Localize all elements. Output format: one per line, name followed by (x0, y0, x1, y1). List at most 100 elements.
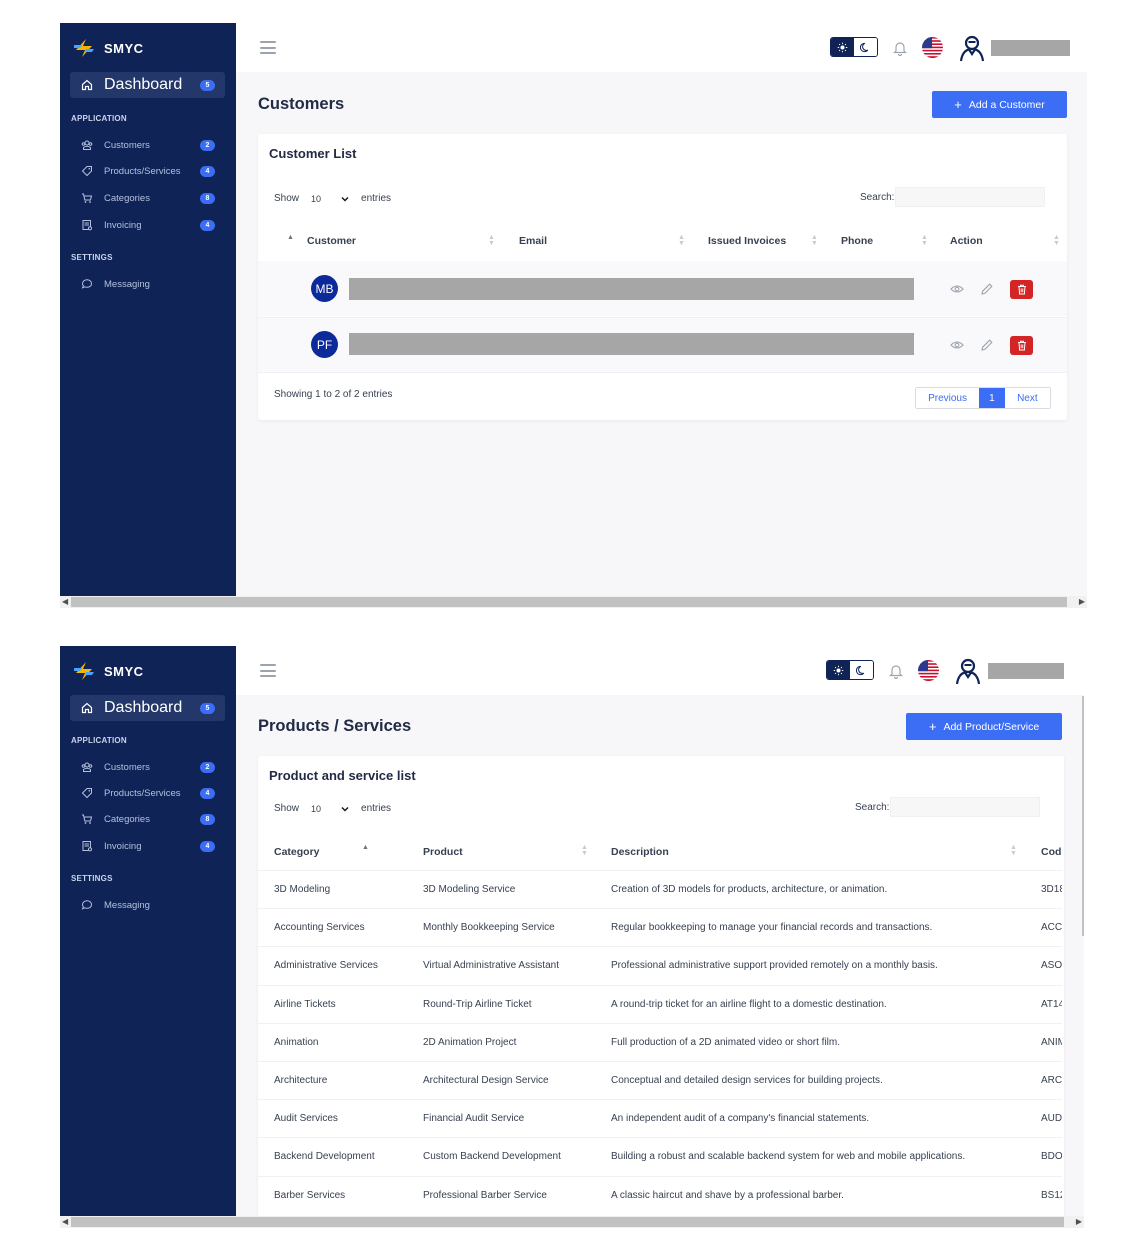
scrollbar-thumb[interactable] (71, 597, 1067, 607)
eye-icon[interactable] (950, 338, 964, 352)
users-icon (80, 138, 94, 152)
search-input[interactable] (895, 187, 1046, 207)
table-row[interactable]: Architecture Architectural Design Service… (258, 1061, 1062, 1099)
pencil-icon[interactable] (980, 338, 994, 352)
card-title: Customer List (269, 146, 357, 161)
column-header-phone[interactable]: Phone (841, 235, 873, 247)
column-header-action[interactable]: Action (950, 235, 983, 247)
customers-screen: SMYC Dashboard 5 APPLICATION Customers 2… (60, 23, 1087, 608)
cell-product: Custom Backend Development (423, 1151, 561, 1163)
moon-icon[interactable] (850, 661, 873, 679)
sort-icon[interactable]: ▲ ▼ (581, 844, 588, 857)
sidebar-item-customers[interactable]: Customers 2 (70, 134, 225, 156)
table-row: MB (258, 261, 1067, 316)
sidebar-item-dashboard[interactable]: Dashboard 5 (70, 695, 225, 721)
users-icon (80, 760, 94, 774)
delete-button[interactable] (1010, 280, 1033, 299)
theme-toggle[interactable] (830, 37, 878, 57)
sidebar-item-invoicing[interactable]: Invoicing 4 (70, 214, 225, 236)
theme-toggle[interactable] (826, 660, 874, 680)
sort-icon[interactable]: ▲ ▼ (811, 234, 818, 247)
column-header-category[interactable]: Category (274, 846, 320, 858)
sidebar-item-categories[interactable]: Categories 8 (70, 808, 225, 830)
sidebar-item-messaging[interactable]: Messaging (70, 894, 225, 916)
top-bar (236, 646, 1084, 695)
user-name-redacted[interactable] (988, 663, 1064, 679)
previous-button[interactable]: Previous (916, 388, 979, 408)
horizontal-scrollbar[interactable]: ◀ ▶ (60, 1216, 1084, 1228)
page-1-button[interactable]: 1 (979, 388, 1005, 408)
moon-icon[interactable] (854, 38, 877, 56)
tag-icon (80, 164, 94, 178)
brand-logo[interactable]: SMYC (72, 36, 144, 60)
home-icon (80, 78, 94, 92)
user-avatar-icon[interactable] (958, 34, 986, 62)
sidebar-item-products-services[interactable]: Products/Services 4 (70, 160, 225, 182)
sidebar-item-dashboard[interactable]: Dashboard 5 (70, 72, 225, 98)
search-input[interactable] (890, 797, 1041, 817)
scrollbar-thumb[interactable] (71, 1217, 1064, 1227)
next-button[interactable]: Next (1005, 388, 1050, 408)
sidebar-item-customers[interactable]: Customers 2 (70, 756, 225, 778)
bell-icon[interactable] (893, 40, 907, 56)
cell-description: An independent audit of a company's fina… (611, 1113, 870, 1125)
sort-icon[interactable]: ▲ ▼ (488, 234, 495, 247)
sidebar-item-categories[interactable]: Categories 8 (70, 187, 225, 209)
sun-icon[interactable] (827, 661, 850, 679)
scroll-right-icon[interactable]: ▶ (1079, 596, 1085, 608)
column-header-customer[interactable]: Customer (307, 235, 356, 247)
brand-logo[interactable]: SMYC (72, 659, 144, 683)
column-header-description[interactable]: Description (611, 846, 669, 858)
menu-icon[interactable] (260, 664, 276, 677)
pencil-icon[interactable] (980, 282, 994, 296)
column-header-issued-invoices[interactable]: Issued Invoices (708, 235, 786, 247)
search-control: Search: (855, 797, 1041, 817)
entries-select[interactable]: 10 (305, 800, 356, 817)
column-header-product[interactable]: Product (423, 846, 463, 858)
search-label: Search: (855, 801, 890, 813)
add-product-service-button[interactable]: + Add Product/Service (906, 713, 1062, 740)
eye-icon[interactable] (950, 282, 964, 296)
add-customer-button[interactable]: + Add a Customer (932, 91, 1067, 118)
vertical-scrollbar-thumb[interactable] (1082, 696, 1084, 936)
plus-icon: + (954, 96, 962, 112)
scroll-left-icon[interactable]: ◀ (62, 596, 68, 608)
table-row[interactable]: 3D Modeling 3D Modeling Service Creation o… (258, 870, 1062, 908)
count-badge: 2 (200, 139, 215, 151)
column-header-email[interactable]: Email (519, 235, 547, 247)
top-bar (236, 23, 1087, 72)
entries-select[interactable]: 10 (305, 190, 356, 207)
sort-icon[interactable]: ▲ (362, 844, 369, 851)
table-row[interactable]: Audit Services Financial Audit Service An … (258, 1099, 1062, 1137)
brand-name: SMYC (104, 40, 144, 56)
sort-icon[interactable]: ▲ ▼ (1010, 844, 1017, 857)
us-flag-icon[interactable] (918, 660, 939, 681)
table-row[interactable]: Airline Tickets Round-Trip Airline Ticket… (258, 985, 1062, 1023)
table-row[interactable]: Administrative Services Virtual Administr… (258, 946, 1062, 984)
sort-icon[interactable]: ▲ (287, 234, 294, 241)
cell-product: 3D Modeling Service (423, 884, 516, 895)
sidebar-item-products-services[interactable]: Products/Services 4 (70, 782, 225, 804)
user-avatar-icon[interactable] (954, 657, 982, 685)
bell-icon[interactable] (889, 663, 903, 679)
table-row[interactable]: Barber Services Professional Barber Servi… (258, 1176, 1062, 1214)
delete-button[interactable] (1010, 336, 1033, 355)
sun-icon[interactable] (831, 38, 854, 56)
table-row[interactable]: Animation 2D Animation Project Full produc… (258, 1023, 1062, 1061)
column-header-code[interactable]: Cod (1041, 846, 1061, 858)
redacted-customer-data (349, 278, 914, 300)
horizontal-scrollbar[interactable]: ◀ ▶ (60, 596, 1087, 608)
table-row[interactable]: Backend Development Custom Backend Develo… (258, 1137, 1062, 1175)
user-name-redacted[interactable] (991, 40, 1070, 56)
sort-icon[interactable]: ▲ ▼ (1053, 234, 1060, 247)
scroll-left-icon[interactable]: ◀ (62, 1216, 68, 1228)
sort-icon[interactable]: ▲ ▼ (678, 234, 685, 247)
sidebar-item-invoicing[interactable]: Invoicing 4 (70, 835, 225, 857)
us-flag-icon[interactable] (922, 37, 943, 58)
sidebar-item-messaging[interactable]: Messaging (70, 273, 225, 295)
sort-icon[interactable]: ▲ ▼ (921, 234, 928, 247)
menu-icon[interactable] (260, 41, 276, 54)
scroll-right-icon[interactable]: ▶ (1076, 1216, 1082, 1228)
table-row[interactable]: Accounting Services Monthly Bookkeeping S… (258, 908, 1062, 946)
count-badge: 4 (200, 165, 215, 177)
